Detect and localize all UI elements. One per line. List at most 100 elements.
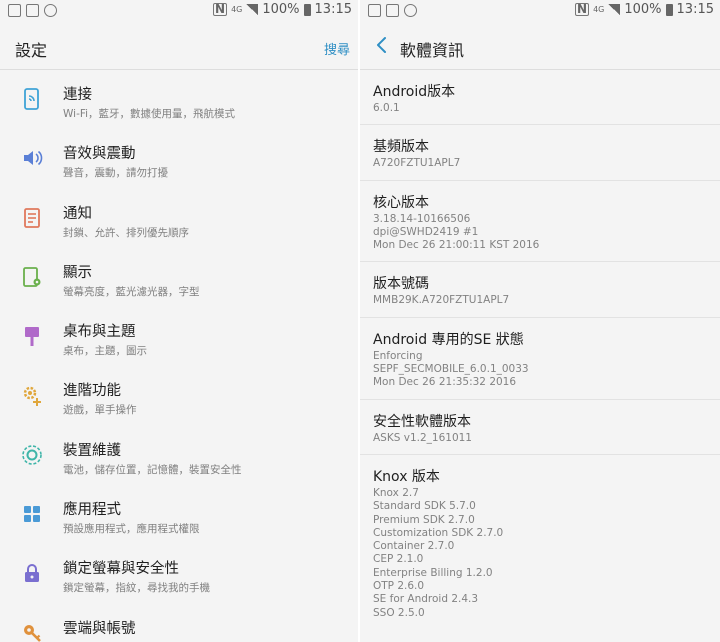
message-notification-icon: [26, 4, 39, 17]
info-item[interactable]: Android 專用的SE 狀態 Enforcing SEPF_SECMOBILE_…: [360, 318, 720, 400]
settings-item-title: 連接: [63, 87, 92, 103]
settings-item-title: 顯示: [63, 264, 92, 281]
network-type-label: 4G: [231, 4, 243, 14]
wallpaper-icon: [25, 327, 39, 347]
info-item-value: Premium SDK 2.7.0: [373, 513, 475, 526]
gallery-notification-icon: [8, 4, 21, 17]
network-type-label: 4G: [593, 4, 605, 14]
info-item-value: SEPF_SECMOBILE_6.0.1_0033: [373, 363, 529, 376]
info-item-value: 6.0.1: [373, 102, 400, 114]
gallery-notification-icon: [368, 4, 381, 17]
info-item-title: 核心版本: [373, 194, 429, 211]
info-item-title: Knox 版本: [373, 468, 440, 485]
page-title: 設定: [15, 41, 48, 60]
info-item[interactable]: 安全性軟體版本 ASKS v1.2_161011: [360, 400, 720, 455]
info-item-value: Enforcing: [373, 349, 423, 362]
settings-item[interactable]: 鎖定螢幕與安全性鎖定螢幕，指紋，尋找我的手機: [0, 544, 358, 603]
settings-item[interactable]: 顯示螢幕亮度，藍光濾光器，字型: [0, 248, 358, 307]
device-maintenance-icon: [22, 444, 42, 465]
software-info-app-bar: 軟體資訊: [360, 24, 720, 70]
info-item-value: Mon Dec 26 21:00:11 KST 2016: [373, 239, 540, 252]
clock: 13:15: [676, 2, 714, 17]
settings-item-title: 鎖定螢幕與安全性: [63, 561, 179, 578]
page-title: 軟體資訊: [400, 41, 465, 60]
settings-item-subtitle: 螢幕亮度，藍光濾光器，字型: [63, 285, 200, 298]
settings-item-subtitle: 預設應用程式，應用程式權限: [63, 523, 200, 536]
clock: 13:15: [314, 2, 352, 17]
message-notification-icon: [386, 4, 399, 17]
status-bar: N 4G 100% 13:15: [0, 0, 358, 24]
settings-item[interactable]: 通知封鎖、允許、排列優先順序: [0, 189, 358, 248]
info-item-value: SE for Android 2.4.3: [373, 593, 479, 606]
info-item[interactable]: 基頻版本 A720FZTU1APL7: [360, 125, 720, 181]
info-item-value: SSO 2.5.0: [373, 606, 425, 619]
info-item-value: dpi@SWHD2419 #1: [373, 225, 479, 238]
info-item-value: A720FZTU1APL7: [373, 157, 461, 170]
info-item-value: CEP 2.1.0: [373, 553, 424, 566]
battery-icon: [303, 3, 311, 16]
advanced-features-icon: [23, 387, 41, 407]
settings-item-title: 音效與震動: [63, 146, 136, 163]
display-icon: [23, 266, 41, 287]
settings-item[interactable]: 應用程式預設應用程式，應用程式權限: [0, 485, 358, 544]
info-item-value: Container 2.7.0: [373, 540, 455, 553]
lock-icon: [25, 564, 39, 583]
status-bar-right: N 4G 100% 13:15: [360, 0, 720, 24]
settings-item[interactable]: 桌布與主題桌布，主題，圖示: [0, 307, 358, 366]
info-item-title: 安全性軟體版本: [373, 413, 471, 430]
settings-item-subtitle: 鎖定螢幕，指紋，尋找我的手機: [63, 582, 210, 595]
sync-notification-icon: [404, 4, 417, 17]
signal-icon: [246, 4, 259, 15]
settings-item[interactable]: 雲端與帳號三星雲端，備份: [0, 604, 358, 642]
settings-item[interactable]: 連接 Wi-Fi，藍牙，數據使用量，飛航模式: [0, 70, 358, 129]
key-icon: [24, 624, 41, 642]
settings-item-subtitle: 桌布，主題，圖示: [63, 345, 147, 358]
settings-item-subtitle: 遊戲，單手操作: [63, 404, 137, 417]
signal-icon: [608, 4, 621, 15]
info-item[interactable]: 版本號碼 MMB29K.A720FZTU1APL7: [360, 262, 720, 318]
nfc-icon: N: [575, 2, 590, 16]
search-button[interactable]: 搜尋: [324, 39, 350, 58]
software-info-list: Android版本 6.0.1 基頻版本 A720FZTU1APL7 核心版本 3.18.…: [360, 70, 720, 629]
info-item-value: Knox 2.7: [373, 486, 419, 499]
info-item-value: Customization SDK 2.7.0: [373, 526, 504, 539]
info-item-value: Enterprise Billing 1.2.0: [373, 566, 493, 579]
battery-icon: [665, 3, 673, 16]
info-item-title: Android版本: [373, 84, 456, 100]
info-item-title: 版本號碼: [373, 276, 429, 293]
info-item[interactable]: 核心版本 3.18.14-10166506 dpi@SWHD2419 #1 Mon D…: [360, 181, 720, 263]
info-item-value: 3.18.14-10166506: [373, 212, 471, 225]
settings-item-subtitle: Wi-Fi，藍牙，數據使用量，飛航模式: [63, 108, 236, 120]
settings-screen: N 4G 100% 13:15 設定 搜尋 連接 Wi-Fi，藍牙，數據使用量，飛…: [0, 0, 358, 642]
settings-app-bar: 設定 搜尋: [0, 24, 358, 70]
settings-item-title: 雲端與帳號: [63, 620, 136, 637]
settings-item-title: 裝置維護: [63, 442, 121, 459]
info-item-title: Android 專用的SE 狀態: [373, 331, 524, 348]
settings-item-title: 進階功能: [63, 383, 121, 400]
settings-list: 連接 Wi-Fi，藍牙，數據使用量，飛航模式音效與震動 聲音，震動，請勿打擾通知封鎖…: [0, 70, 358, 642]
settings-item-subtitle: 電池，儲存位置，記憶體，裝置安全性: [63, 463, 242, 476]
info-item-value: OTP 2.6.0: [373, 580, 425, 593]
info-item-value: MMB29K.A720FZTU1APL7: [373, 294, 510, 307]
back-arrow-icon[interactable]: [372, 35, 392, 55]
info-item-value: ASKS v1.2_161011: [373, 431, 472, 444]
settings-item-title: 桌布與主題: [63, 324, 136, 341]
info-item[interactable]: Knox 版本 Knox 2.7 Standard SDK 5.7.0 Premium…: [360, 455, 720, 629]
settings-item[interactable]: 音效與震動 聲音，震動，請勿打擾: [0, 129, 358, 188]
apps-icon: [24, 506, 40, 523]
sync-notification-icon: [44, 4, 57, 17]
notification-icon: [24, 207, 40, 228]
settings-item-title: 通知: [63, 205, 92, 222]
info-item-value: Standard SDK 5.7.0: [373, 500, 476, 513]
info-item[interactable]: Android版本 6.0.1: [360, 70, 720, 126]
info-item-value: Mon Dec 26 21:35:32 2016: [373, 376, 517, 389]
nfc-icon: N: [213, 2, 228, 16]
battery-percent: 100%: [262, 2, 300, 17]
settings-item-title: 應用程式: [63, 502, 121, 519]
settings-item-subtitle: 封鎖、允許、排列優先順序: [63, 226, 189, 239]
settings-item[interactable]: 裝置維護電池，儲存位置，記憶體，裝置安全性: [0, 426, 358, 485]
software-info-screen: N 4G 100% 13:15 軟體資訊 Android版本 6.0.1 基頻版本 A…: [360, 0, 720, 642]
settings-item[interactable]: 進階功能遊戲，單手操作: [0, 366, 358, 425]
info-item-title: 基頻版本: [373, 139, 429, 156]
connection-icon: [24, 88, 39, 110]
